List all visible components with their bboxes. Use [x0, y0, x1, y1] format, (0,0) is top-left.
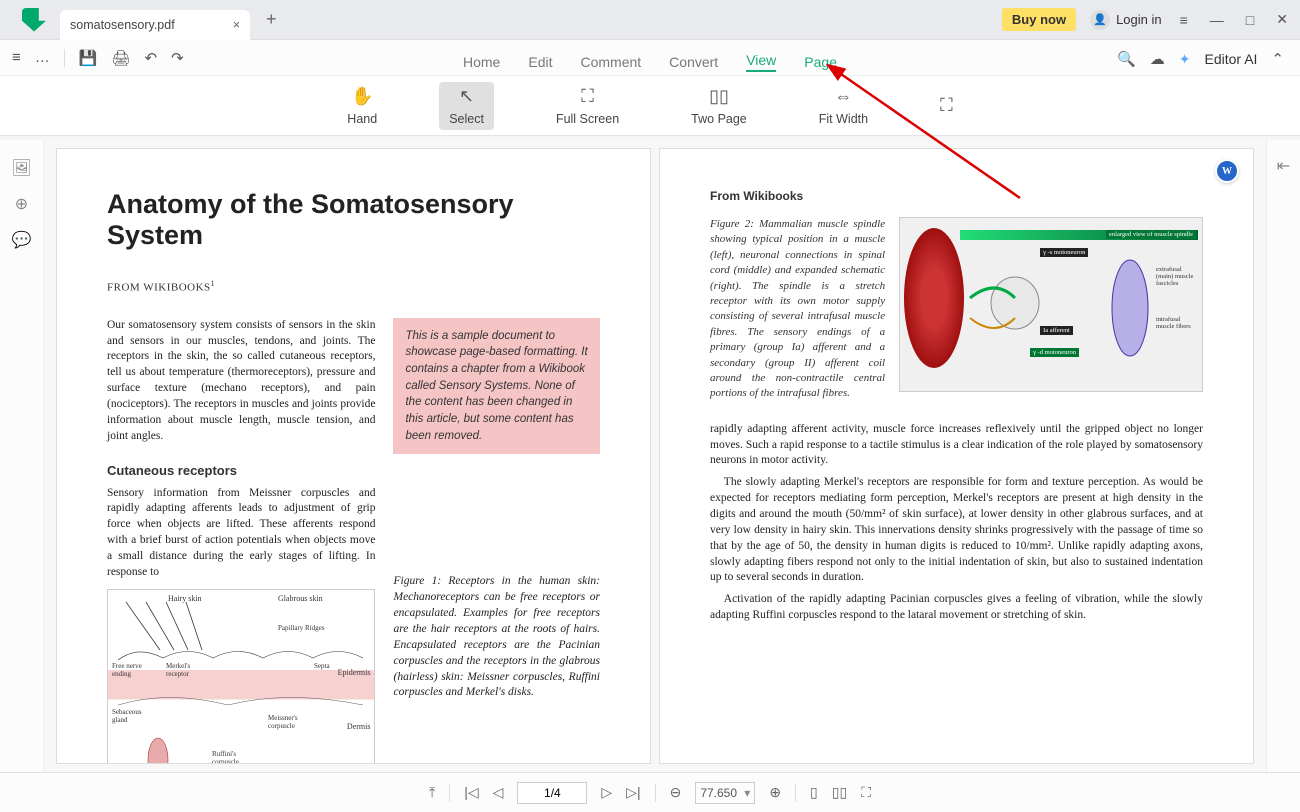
undo-icon[interactable]: ↶ — [145, 49, 158, 67]
body-paragraph: Sensory information from Meissner corpus… — [107, 486, 375, 581]
redo-icon[interactable]: ↷ — [171, 49, 184, 67]
hamburger-icon[interactable]: ≡ — [12, 49, 21, 66]
select-label: Select — [449, 112, 484, 126]
avatar-icon: 👤 — [1090, 10, 1110, 30]
document-tab[interactable]: somatosensory.pdf × — [60, 10, 250, 40]
app-logo — [22, 8, 46, 32]
page-title: Anatomy of the Somatosensory System — [107, 189, 600, 251]
last-page-icon[interactable]: ▷| — [626, 784, 640, 801]
fit-width-icon: ⇔ — [834, 86, 852, 108]
divider — [449, 784, 450, 802]
body-para-2: The slowly adapting Merkel's receptors a… — [710, 475, 1203, 586]
pdf-page-1: Anatomy of the Somatosensory System FROM… — [56, 148, 651, 764]
fit-page-button[interactable]: ⛶ — [930, 91, 963, 121]
panel-toggle-icon[interactable]: ⇤ — [1277, 156, 1290, 176]
facing-pages-icon[interactable]: ▯▯ — [832, 784, 847, 801]
fullscreen-icon: ⛶ — [581, 86, 594, 108]
intro-paragraph: Our somatosensory system consists of sen… — [107, 318, 375, 445]
fullscreen-button[interactable]: ⛶ Full Screen — [546, 82, 629, 130]
prev-page-icon[interactable]: ◁ — [493, 784, 504, 801]
editor-ai-button[interactable]: Editor AI — [1205, 51, 1258, 67]
divider — [795, 784, 796, 802]
first-page-icon[interactable]: |◁ — [464, 784, 478, 801]
left-sidebar: 🖼 ⊕ 💬 — [0, 140, 44, 772]
muscle-spindle-diagram: enlarged view of muscle spindle γ -s mot… — [899, 217, 1203, 392]
buy-now-button[interactable]: Buy now — [1002, 8, 1076, 31]
document-viewport[interactable]: Anatomy of the Somatosensory System FROM… — [44, 140, 1266, 772]
zoom-field[interactable]: 77.650▾ — [695, 782, 755, 804]
menu-edit[interactable]: Edit — [528, 54, 552, 70]
collapse-icon[interactable]: ⌃ — [1271, 50, 1284, 68]
next-page-icon[interactable]: ▷ — [601, 784, 612, 801]
fullscreen-label: Full Screen — [556, 112, 619, 126]
menu-icon[interactable]: ≡ — [1176, 12, 1192, 28]
quick-toolbar: ≡ … 💾 🖨 ↶ ↷ — [0, 40, 1300, 76]
hand-tool-button[interactable]: ✋ Hand — [337, 82, 387, 130]
status-bar: ⤒ |◁ ◁ ▷ ▷| ⊖ 77.650▾ ⊕ ▯ ▯▯ ⛶ — [0, 772, 1300, 812]
sparkle-icon: ✦ — [1179, 51, 1191, 68]
two-page-button[interactable]: ▯▯ Two Page — [681, 82, 757, 130]
read-mode-icon[interactable]: ⛶ — [861, 784, 871, 801]
menu-view[interactable]: View — [746, 52, 776, 72]
page-number-field[interactable] — [517, 782, 587, 804]
page2-source: From Wikibooks — [710, 189, 1203, 203]
close-window-icon[interactable]: ✕ — [1272, 11, 1292, 28]
two-page-icon: ▯▯ — [709, 86, 729, 108]
cloud-icon[interactable]: ☁ — [1150, 50, 1165, 68]
close-tab-icon[interactable]: × — [233, 18, 240, 32]
menu-comment[interactable]: Comment — [580, 54, 641, 70]
single-page-icon[interactable]: ▯ — [810, 784, 818, 801]
titlebar: somatosensory.pdf × + Buy now 👤 Login in… — [0, 0, 1300, 40]
thumbnails-icon[interactable]: 🖼 — [11, 158, 31, 178]
hand-icon: ✋ — [351, 86, 373, 108]
info-box: This is a sample document to showcase pa… — [393, 318, 600, 455]
menu-home[interactable]: Home — [463, 54, 500, 70]
fit-width-label: Fit Width — [819, 112, 868, 126]
figure2-caption: Figure 2: Mammalian muscle spindle showi… — [710, 217, 885, 402]
fit-page-icon: ⛶ — [940, 95, 953, 117]
section-heading: Cutaneous receptors — [107, 463, 375, 478]
maximize-icon[interactable]: □ — [1242, 12, 1258, 28]
comments-icon[interactable]: 💬 — [12, 230, 32, 250]
fit-width-button[interactable]: ⇔ Fit Width — [809, 82, 878, 130]
print-icon[interactable]: 🖨 — [111, 49, 130, 67]
body-para-1: rapidly adapting afferent activity, musc… — [710, 422, 1203, 470]
minimize-icon[interactable]: — — [1206, 12, 1228, 28]
add-tab-button[interactable]: + — [266, 9, 277, 30]
skin-diagram: Hairy skin Glabrous skin Papillary Ridge… — [107, 589, 375, 764]
login-button[interactable]: 👤 Login in — [1090, 10, 1162, 30]
scroll-top-icon[interactable]: ⤒ — [429, 784, 435, 801]
bookmarks-icon[interactable]: ⊕ — [15, 194, 28, 214]
tab-title: somatosensory.pdf — [70, 18, 175, 32]
save-icon[interactable]: 💾 — [79, 49, 98, 67]
cursor-icon: ↖ — [459, 86, 474, 108]
select-tool-button[interactable]: ↖ Select — [439, 82, 494, 130]
more-icon[interactable]: … — [35, 49, 50, 66]
menu-right-cluster: 🔍 ☁ ✦ Editor AI ⌃ — [1117, 50, 1284, 68]
figure1-caption: Figure 1: Receptors in the human skin: M… — [393, 574, 600, 701]
view-ribbon: ✋ Hand ↖ Select ⛶ Full Screen ▯▯ Two Pag… — [0, 76, 1300, 136]
right-sidebar: ⇤ — [1266, 140, 1300, 772]
body-para-3: Activation of the rapidly adapting Pacin… — [710, 592, 1203, 624]
zoom-out-icon[interactable]: ⊖ — [670, 784, 682, 801]
divider — [655, 784, 656, 802]
pdf-page-2: W From Wikibooks Figure 2: Mammalian mus… — [659, 148, 1254, 764]
zoom-in-icon[interactable]: ⊕ — [769, 784, 781, 801]
page-source: FROM WIKIBOOKS1 — [107, 279, 600, 294]
divider — [64, 49, 65, 67]
export-word-icon[interactable]: W — [1215, 159, 1239, 183]
menu-convert[interactable]: Convert — [669, 54, 718, 70]
search-icon[interactable]: 🔍 — [1117, 50, 1136, 68]
menu-page[interactable]: Page — [804, 54, 837, 70]
two-page-label: Two Page — [691, 112, 747, 126]
login-label: Login in — [1116, 12, 1162, 27]
hand-label: Hand — [347, 112, 377, 126]
